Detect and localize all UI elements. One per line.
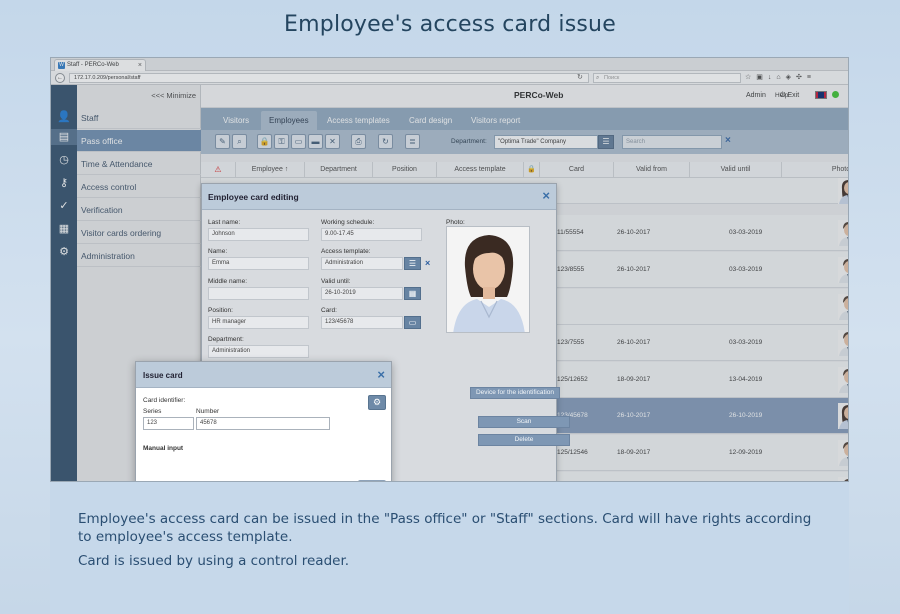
caption-line-2: Card is issued by using a control reader… bbox=[78, 553, 350, 569]
page-heading: Employee's access card issue bbox=[284, 12, 616, 37]
valid-until-label: Valid until: bbox=[321, 278, 351, 285]
clear-template-icon[interactable]: × bbox=[425, 258, 430, 268]
name-label: Name: bbox=[208, 248, 228, 255]
card-field[interactable]: 123/45678 bbox=[321, 316, 403, 329]
schedule-label: Working schedule: bbox=[321, 219, 375, 226]
employee-photo-image bbox=[447, 227, 529, 332]
gear-icon[interactable]: ⚙ bbox=[368, 395, 386, 410]
valid-until-field[interactable]: 26-10-2019 bbox=[321, 287, 403, 300]
dialog-title: Employee card editing bbox=[208, 192, 299, 202]
calendar-icon[interactable]: ▦ bbox=[404, 287, 421, 300]
number-label: Number bbox=[196, 408, 220, 415]
number-input[interactable]: 45678 bbox=[196, 417, 330, 430]
series-label: Series bbox=[143, 408, 162, 415]
card-icon[interactable]: ▭ bbox=[404, 316, 421, 329]
browser-window: W Staff - PERCo-Web × ← 172.17.0.209/per… bbox=[50, 57, 849, 482]
middle-name-field[interactable] bbox=[208, 287, 309, 300]
schedule-field[interactable]: 9.00-17.45 bbox=[321, 228, 422, 241]
photo-label: Photo: bbox=[446, 219, 465, 226]
device-identification-button[interactable]: Device for the identification bbox=[470, 387, 560, 399]
delete-button[interactable]: Delete bbox=[478, 434, 570, 446]
card-label: Card: bbox=[321, 307, 337, 314]
middle-name-label: Middle name: bbox=[208, 278, 248, 285]
position-field[interactable]: HR manager bbox=[208, 316, 309, 329]
issue-card-dialog: Issue card × ⚙ Card identifier: Series N… bbox=[135, 361, 392, 481]
department-field[interactable]: Administration bbox=[208, 345, 309, 358]
last-name-field[interactable]: Johnson bbox=[208, 228, 309, 241]
card-identifier-label: Card identifier: bbox=[143, 397, 186, 404]
name-field[interactable]: Emma bbox=[208, 257, 309, 270]
employee-photo[interactable] bbox=[446, 226, 530, 333]
series-input[interactable]: 123 bbox=[143, 417, 194, 430]
scan-button[interactable]: Scan bbox=[478, 416, 570, 428]
manual-input-label: Manual input bbox=[143, 445, 184, 452]
template-label: Access template: bbox=[321, 248, 371, 255]
dialog-header: Employee card editing × bbox=[202, 184, 556, 210]
position-label: Position: bbox=[208, 307, 233, 314]
issue-dialog-title: Issue card bbox=[143, 371, 183, 380]
template-list-icon[interactable]: ☰ bbox=[404, 257, 421, 270]
caption-panel: Employee's access card can be issued in … bbox=[50, 482, 849, 614]
department-label: Department: bbox=[208, 336, 244, 343]
issue-dialog-header: Issue card × bbox=[136, 362, 391, 388]
close-icon[interactable]: × bbox=[377, 368, 385, 382]
caption-line-1: Employee's access card can be issued in … bbox=[78, 511, 812, 545]
last-name-label: Last name: bbox=[208, 219, 241, 226]
template-field[interactable]: Administration bbox=[321, 257, 403, 270]
close-icon[interactable]: × bbox=[542, 189, 550, 203]
